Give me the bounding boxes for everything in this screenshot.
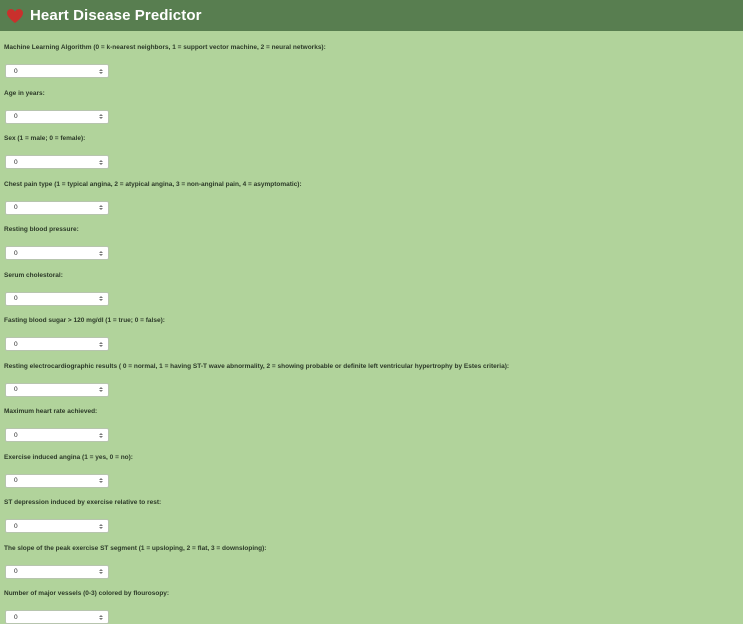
increment-arrow-icon[interactable] [99, 523, 103, 526]
number-input-value: 0 [14, 386, 18, 393]
number-input[interactable]: 0 [5, 155, 109, 169]
decrement-arrow-icon[interactable] [99, 71, 103, 74]
number-input-value: 0 [14, 431, 18, 439]
field-label: ST depression induced by exercise relati… [4, 499, 162, 506]
number-input-value: 0 [14, 113, 18, 120]
page-title: Heart Disease Predictor [30, 7, 202, 24]
spinner-arrows-icon[interactable] [99, 341, 103, 347]
number-input[interactable]: 0 [5, 519, 109, 533]
field-label: Maximum heart rate achieved: [4, 408, 98, 415]
number-input-value: 0 [14, 568, 18, 575]
field-label: Fasting blood sugar > 120 mg/dl (1 = tru… [4, 317, 165, 324]
field-label: Age in years: [4, 89, 45, 97]
number-input[interactable]: 0 [5, 428, 109, 442]
decrement-arrow-icon[interactable] [99, 208, 103, 210]
increment-arrow-icon[interactable] [99, 478, 103, 480]
field-label: Sex (1 = male; 0 = female): [4, 135, 86, 142]
field-label: Chest pain type (1 = typical angina, 2 =… [4, 180, 302, 188]
increment-arrow-icon[interactable] [99, 432, 103, 435]
spinner-arrows-icon[interactable] [99, 478, 103, 483]
decrement-arrow-icon[interactable] [99, 617, 103, 620]
decrement-arrow-icon[interactable] [99, 435, 103, 438]
field-label: Resting electrocardiographic results ( 0… [4, 362, 510, 370]
number-input[interactable]: 0 [5, 610, 109, 624]
increment-arrow-icon[interactable] [99, 569, 103, 571]
spinner-arrows-icon[interactable] [99, 205, 103, 210]
spinner-arrows-icon[interactable] [99, 614, 103, 620]
number-input-value: 0 [14, 67, 18, 75]
number-input-value: 0 [14, 158, 18, 166]
number-input[interactable]: 0 [5, 473, 109, 488]
number-input[interactable]: 0 [5, 109, 109, 124]
decrement-arrow-icon[interactable] [99, 481, 103, 483]
number-input-value: 0 [14, 477, 18, 484]
number-input-value: 0 [14, 249, 18, 257]
number-input[interactable]: 0 [5, 291, 109, 306]
field-label: Serum cholestoral: [4, 271, 63, 279]
increment-arrow-icon[interactable] [99, 296, 103, 298]
number-input[interactable]: 0 [5, 337, 109, 351]
decrement-arrow-icon[interactable] [99, 526, 103, 529]
number-input[interactable]: 0 [5, 246, 109, 260]
decrement-arrow-icon[interactable] [99, 390, 103, 392]
spinner-arrows-icon[interactable] [99, 250, 103, 256]
decrement-arrow-icon[interactable] [99, 299, 103, 301]
decrement-arrow-icon[interactable] [99, 572, 103, 574]
increment-arrow-icon[interactable] [99, 114, 103, 116]
heart-icon [6, 8, 24, 24]
increment-arrow-icon[interactable] [99, 250, 103, 253]
number-input-value: 0 [14, 295, 18, 302]
number-input-value: 0 [14, 522, 18, 530]
number-input[interactable]: 0 [5, 200, 109, 215]
increment-arrow-icon[interactable] [99, 341, 103, 344]
decrement-arrow-icon[interactable] [99, 117, 103, 119]
increment-arrow-icon[interactable] [99, 205, 103, 207]
spinner-arrows-icon[interactable] [99, 387, 103, 392]
spinner-arrows-icon[interactable] [99, 159, 103, 165]
spinner-arrows-icon[interactable] [99, 114, 103, 119]
spinner-arrows-icon[interactable] [99, 432, 103, 438]
number-input[interactable]: 0 [5, 564, 109, 579]
field-label: Exercise induced angina (1 = yes, 0 = no… [4, 453, 133, 461]
decrement-arrow-icon[interactable] [99, 253, 103, 256]
decrement-arrow-icon[interactable] [99, 344, 103, 347]
app-header: Heart Disease Predictor [0, 0, 743, 31]
spinner-arrows-icon[interactable] [99, 68, 103, 74]
increment-arrow-icon[interactable] [99, 387, 103, 389]
spinner-arrows-icon[interactable] [99, 523, 103, 529]
field-label: Resting blood pressure: [4, 226, 79, 233]
field-label: The slope of the peak exercise ST segmen… [4, 544, 267, 552]
number-input[interactable]: 0 [5, 382, 109, 397]
increment-arrow-icon[interactable] [99, 159, 103, 162]
spinner-arrows-icon[interactable] [99, 296, 103, 301]
number-input-value: 0 [14, 613, 18, 621]
number-input[interactable]: 0 [5, 64, 109, 78]
spinner-arrows-icon[interactable] [99, 569, 103, 574]
number-input-value: 0 [14, 340, 18, 348]
increment-arrow-icon[interactable] [99, 68, 103, 71]
field-label: Number of major vessels (0-3) colored by… [4, 590, 170, 597]
field-label: Machine Learning Algorithm (0 = k-neares… [4, 44, 326, 51]
decrement-arrow-icon[interactable] [99, 162, 103, 165]
number-input-value: 0 [14, 204, 18, 211]
